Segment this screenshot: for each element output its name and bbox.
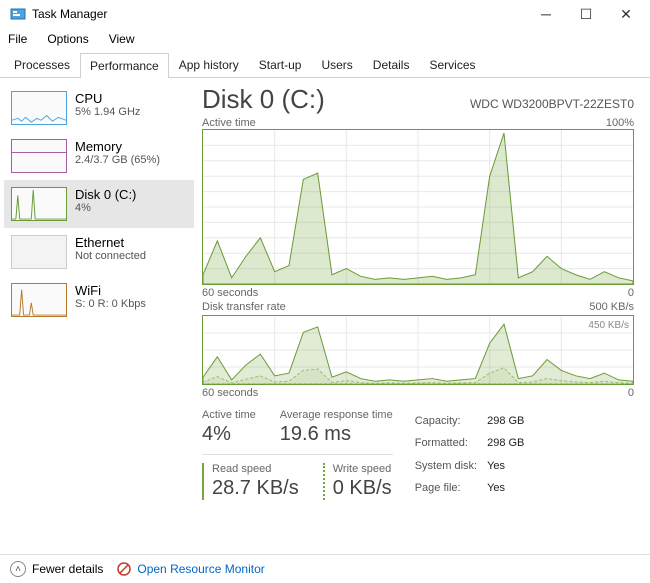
chart2-label: Disk transfer rate bbox=[202, 301, 286, 313]
menu-view[interactable]: View bbox=[107, 30, 137, 48]
pagefile-k: Page file: bbox=[415, 478, 485, 498]
tab-startup[interactable]: Start-up bbox=[249, 52, 312, 77]
cpu-sub: 5% 1.94 GHz bbox=[75, 106, 140, 118]
page-title: Disk 0 (C:) bbox=[202, 84, 325, 115]
read-lbl: Read speed bbox=[212, 463, 299, 475]
tab-details[interactable]: Details bbox=[363, 52, 420, 77]
ethernet-label: Ethernet bbox=[75, 235, 146, 250]
fewer-details-button[interactable]: ˄ Fewer details bbox=[10, 561, 103, 577]
transfer-rate-chart: 450 KB/s bbox=[202, 315, 634, 385]
minimize-button[interactable]: ─ bbox=[526, 0, 566, 28]
systemdisk-k: System disk: bbox=[415, 456, 485, 476]
cpu-thumb bbox=[11, 91, 67, 125]
memory-thumb bbox=[11, 139, 67, 173]
disk-info-table: Capacity:298 GB Formatted:298 GB System … bbox=[413, 409, 535, 500]
resource-monitor-icon bbox=[117, 562, 131, 576]
chart2-xl: 60 seconds bbox=[202, 387, 258, 399]
tab-services[interactable]: Services bbox=[419, 52, 485, 77]
chart1-label: Active time bbox=[202, 117, 256, 129]
active-time-val: 4% bbox=[202, 423, 256, 446]
tab-performance[interactable]: Performance bbox=[80, 53, 169, 78]
open-resource-monitor-link[interactable]: Open Resource Monitor bbox=[117, 562, 264, 576]
write-val: 0 KB/s bbox=[333, 477, 392, 500]
main-panel: Disk 0 (C:) WDC WD3200BPVT-22ZEST0 Activ… bbox=[198, 78, 650, 554]
sidebar-item-ethernet[interactable]: Ethernet Not connected bbox=[4, 228, 194, 276]
memory-sub: 2.4/3.7 GB (65%) bbox=[75, 154, 160, 166]
sidebar-item-wifi[interactable]: WiFi S: 0 R: 0 Kbps bbox=[4, 276, 194, 324]
sidebar-item-memory[interactable]: Memory 2.4/3.7 GB (65%) bbox=[4, 132, 194, 180]
tab-app-history[interactable]: App history bbox=[169, 52, 249, 77]
tabs: Processes Performance App history Start-… bbox=[0, 52, 650, 78]
ethernet-thumb bbox=[11, 235, 67, 269]
chart2-xr: 0 bbox=[628, 387, 634, 399]
orm-label: Open Resource Monitor bbox=[137, 562, 264, 576]
chart2-inner-label: 450 KB/s bbox=[588, 320, 629, 331]
sidebar: CPU 5% 1.94 GHz Memory 2.4/3.7 GB (65%) … bbox=[0, 78, 198, 554]
disk-label: Disk 0 (C:) bbox=[75, 187, 136, 202]
wifi-label: WiFi bbox=[75, 283, 146, 298]
fewer-details-label: Fewer details bbox=[32, 562, 103, 576]
tab-processes[interactable]: Processes bbox=[4, 52, 80, 77]
active-time-chart bbox=[202, 129, 634, 285]
chart1-xr: 0 bbox=[628, 287, 634, 299]
chart1-max: 100% bbox=[606, 117, 634, 129]
titlebar: Task Manager ─ ☐ ✕ bbox=[0, 0, 650, 28]
cpu-label: CPU bbox=[75, 91, 140, 106]
write-lbl: Write speed bbox=[333, 463, 392, 475]
avg-resp-val: 19.6 ms bbox=[280, 423, 393, 446]
footer: ˄ Fewer details Open Resource Monitor bbox=[0, 554, 650, 583]
pagefile-v: Yes bbox=[487, 478, 532, 498]
disk-sub: 4% bbox=[75, 202, 136, 214]
disk-model: WDC WD3200BPVT-22ZEST0 bbox=[470, 97, 634, 111]
capacity-k: Capacity: bbox=[415, 411, 485, 431]
wifi-sub: S: 0 R: 0 Kbps bbox=[75, 298, 146, 310]
menu-options[interactable]: Options bbox=[45, 30, 90, 48]
chart1-xl: 60 seconds bbox=[202, 287, 258, 299]
formatted-v: 298 GB bbox=[487, 433, 532, 453]
avg-resp-lbl: Average response time bbox=[280, 409, 393, 421]
capacity-v: 298 GB bbox=[487, 411, 532, 431]
tab-users[interactable]: Users bbox=[311, 52, 362, 77]
sidebar-item-cpu[interactable]: CPU 5% 1.94 GHz bbox=[4, 84, 194, 132]
menubar: File Options View bbox=[0, 28, 650, 52]
maximize-button[interactable]: ☐ bbox=[566, 0, 606, 28]
disk-thumb bbox=[11, 187, 67, 221]
wifi-thumb bbox=[11, 283, 67, 317]
memory-label: Memory bbox=[75, 139, 160, 154]
active-time-lbl: Active time bbox=[202, 409, 256, 421]
ethernet-sub: Not connected bbox=[75, 250, 146, 262]
menu-file[interactable]: File bbox=[6, 30, 29, 48]
window-title: Task Manager bbox=[32, 7, 526, 21]
sidebar-item-disk[interactable]: Disk 0 (C:) 4% bbox=[4, 180, 194, 228]
systemdisk-v: Yes bbox=[487, 456, 532, 476]
chart2-max: 500 KB/s bbox=[589, 301, 634, 313]
close-button[interactable]: ✕ bbox=[606, 0, 646, 28]
chevron-up-icon: ˄ bbox=[10, 561, 26, 577]
app-icon bbox=[10, 6, 26, 22]
read-val: 28.7 KB/s bbox=[212, 477, 299, 500]
formatted-k: Formatted: bbox=[415, 433, 485, 453]
